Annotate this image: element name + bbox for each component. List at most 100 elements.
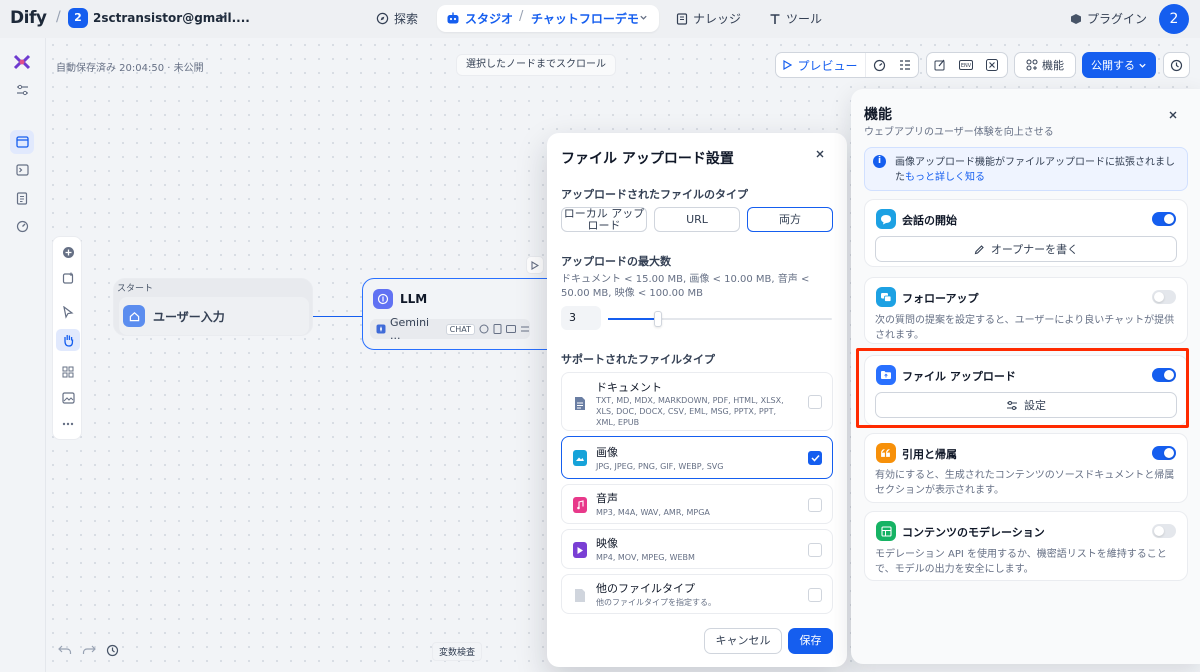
scroll-to-selected-node-button[interactable]: 選択したノードまでスクロール xyxy=(456,54,616,76)
robot-icon xyxy=(446,12,460,25)
organize-blocks-icon[interactable] xyxy=(59,363,77,381)
nav-tools[interactable]: ツール xyxy=(769,10,822,27)
node-connection-edge[interactable] xyxy=(313,316,363,317)
max-uploads-slider-thumb[interactable] xyxy=(654,311,662,327)
learn-more-link[interactable]: もっと詳しく知る xyxy=(905,172,985,183)
undo-icon[interactable] xyxy=(58,644,72,656)
add-note-icon[interactable] xyxy=(59,269,77,287)
dify-logo[interactable]: Dify xyxy=(10,8,47,28)
features-panel-title: 機能 xyxy=(864,107,892,123)
orchestrate-icon[interactable] xyxy=(10,130,34,154)
nav-knowledge-label: ナレッジ xyxy=(693,12,742,26)
logs-icon[interactable] xyxy=(10,186,34,210)
file-type-image-checkbox[interactable] xyxy=(808,451,822,465)
llm-model-selector[interactable]: Gemini ... CHAT xyxy=(370,316,530,342)
conversation-opener-toggle[interactable] xyxy=(1152,212,1176,226)
variable-inspect-button[interactable]: 変数検査 xyxy=(432,642,483,661)
start-node-body[interactable]: ユーザー入力 xyxy=(119,297,309,335)
conversation-variable-icon[interactable] xyxy=(979,52,1005,78)
citations-toggle[interactable] xyxy=(1152,446,1176,460)
annotation-highlight-box xyxy=(856,348,1189,428)
start-node-label: ユーザー入力 xyxy=(153,309,225,324)
app-sidebar xyxy=(0,38,46,672)
file-type-video[interactable]: 映像 MP4, MOV, MPEG, WEBM xyxy=(561,529,833,569)
home-icon xyxy=(123,305,145,327)
upload-type-local[interactable]: ローカル アップロード xyxy=(561,207,647,232)
run-node-icon[interactable] xyxy=(526,256,544,274)
terminal-icon[interactable] xyxy=(10,158,34,182)
follow-up-title: フォローアップ xyxy=(902,292,979,305)
max-uploads-slider-fill xyxy=(608,318,658,320)
preview-button[interactable]: プレビュー xyxy=(776,53,866,77)
max-uploads-input[interactable]: 3 xyxy=(561,306,601,330)
follow-up-toggle[interactable] xyxy=(1152,290,1176,304)
file-type-audio-name: 音声 xyxy=(596,492,618,505)
file-type-document[interactable]: ドキュメント TXT, MD, MDX, MARKDOWN, PDF, HTML… xyxy=(561,372,833,431)
features-panel-subtitle: ウェブアプリのユーザー体験を向上させる xyxy=(864,127,1054,138)
info-text-2: た xyxy=(895,172,905,183)
feature-citations: 引用と帰属 有効にすると、生成されたコンテンツのソースドキュメントと帰属セクショ… xyxy=(864,433,1188,503)
nav-plugins[interactable]: プラグイン xyxy=(1070,10,1147,27)
max-uploads-label: アップロードの最大数 xyxy=(561,255,671,268)
follow-up-description: 次の質問の提案を設定すると、ユーザーにより良いチャットが提供されます。 xyxy=(875,315,1175,341)
clock-history-icon xyxy=(1170,59,1183,72)
upload-type-both[interactable]: 両方 xyxy=(747,207,833,232)
sliders-icon[interactable] xyxy=(10,78,34,102)
svg-text:ENV: ENV xyxy=(961,63,972,69)
save-button[interactable]: 保存 xyxy=(788,628,833,654)
upload-type-url[interactable]: URL xyxy=(654,207,740,232)
user-avatar[interactable]: 2 xyxy=(1159,4,1189,34)
app-logo-icon[interactable] xyxy=(10,50,34,74)
grid-plus-icon xyxy=(1026,59,1038,71)
version-history-button[interactable] xyxy=(1163,52,1190,78)
add-node-icon[interactable] xyxy=(59,243,77,261)
features-button[interactable]: 機能 xyxy=(1014,52,1076,78)
cube-icon xyxy=(1070,13,1082,25)
vision-icon xyxy=(479,324,489,334)
file-type-other-ext: 他のファイルタイプを指定する。 xyxy=(596,598,716,607)
nav-separator: / xyxy=(519,9,524,24)
video-icon xyxy=(573,542,587,558)
compass-icon xyxy=(376,12,389,25)
nav-studio[interactable]: スタジオ xyxy=(446,10,513,27)
pointer-icon[interactable] xyxy=(59,303,77,321)
file-type-other-checkbox[interactable] xyxy=(808,588,822,602)
write-opener-button[interactable]: オープナーを書く xyxy=(875,236,1177,262)
nav-current-app[interactable]: チャットフローデモ xyxy=(531,10,639,27)
file-type-other[interactable]: 他のファイルタイプ 他のファイルタイプを指定する。 xyxy=(561,574,833,614)
version-history-icon[interactable] xyxy=(106,644,119,657)
export-image-icon[interactable] xyxy=(59,389,77,407)
hand-icon[interactable] xyxy=(56,329,80,351)
monitoring-icon[interactable] xyxy=(10,214,34,238)
checklist-run-icon[interactable] xyxy=(866,52,892,78)
moderation-toggle[interactable] xyxy=(1152,524,1176,538)
env-variable-icon[interactable]: ENV xyxy=(953,52,979,78)
cancel-button[interactable]: キャンセル xyxy=(704,628,782,654)
nav-explore[interactable]: 探索 xyxy=(376,10,418,27)
modal-title: ファイル アップロード設置 xyxy=(561,151,734,167)
nav-knowledge[interactable]: ナレッジ xyxy=(676,10,741,27)
edit-env-icon[interactable] xyxy=(927,52,953,78)
close-icon[interactable] xyxy=(815,149,825,159)
workspace-chevron-down-icon[interactable] xyxy=(218,11,228,21)
app-chevron-down-icon[interactable] xyxy=(639,13,648,22)
file-type-document-ext: TXT, MD, MDX, MARKDOWN, PDF, HTML, XLSX,… xyxy=(596,396,784,427)
feature-conversation-opener: 会話の開始 オープナーを書く xyxy=(864,199,1188,267)
checklist-icon[interactable] xyxy=(892,52,918,78)
supported-types-label: サポートされたファイルタイプ xyxy=(561,353,715,366)
workspace-badge[interactable]: 2 xyxy=(68,8,88,28)
redo-icon[interactable] xyxy=(82,644,96,656)
file-type-audio-checkbox[interactable] xyxy=(808,498,822,512)
settings-sliders-icon[interactable] xyxy=(520,324,530,334)
nav-studio-label: スタジオ xyxy=(465,12,514,26)
file-icon xyxy=(573,587,587,603)
more-icon[interactable] xyxy=(59,415,77,433)
conversation-opener-title: 会話の開始 xyxy=(902,214,957,227)
book-icon xyxy=(676,12,688,25)
file-type-audio[interactable]: 音声 MP3, M4A, WAV, AMR, MPGA xyxy=(561,484,833,524)
publish-button[interactable]: 公開する xyxy=(1082,52,1156,78)
file-type-image[interactable]: 画像 JPG, JPEG, PNG, GIF, WEBP, SVG xyxy=(561,436,833,479)
file-type-video-checkbox[interactable] xyxy=(808,543,822,557)
file-type-document-checkbox[interactable] xyxy=(808,395,822,409)
panel-close-icon[interactable] xyxy=(1168,110,1178,120)
